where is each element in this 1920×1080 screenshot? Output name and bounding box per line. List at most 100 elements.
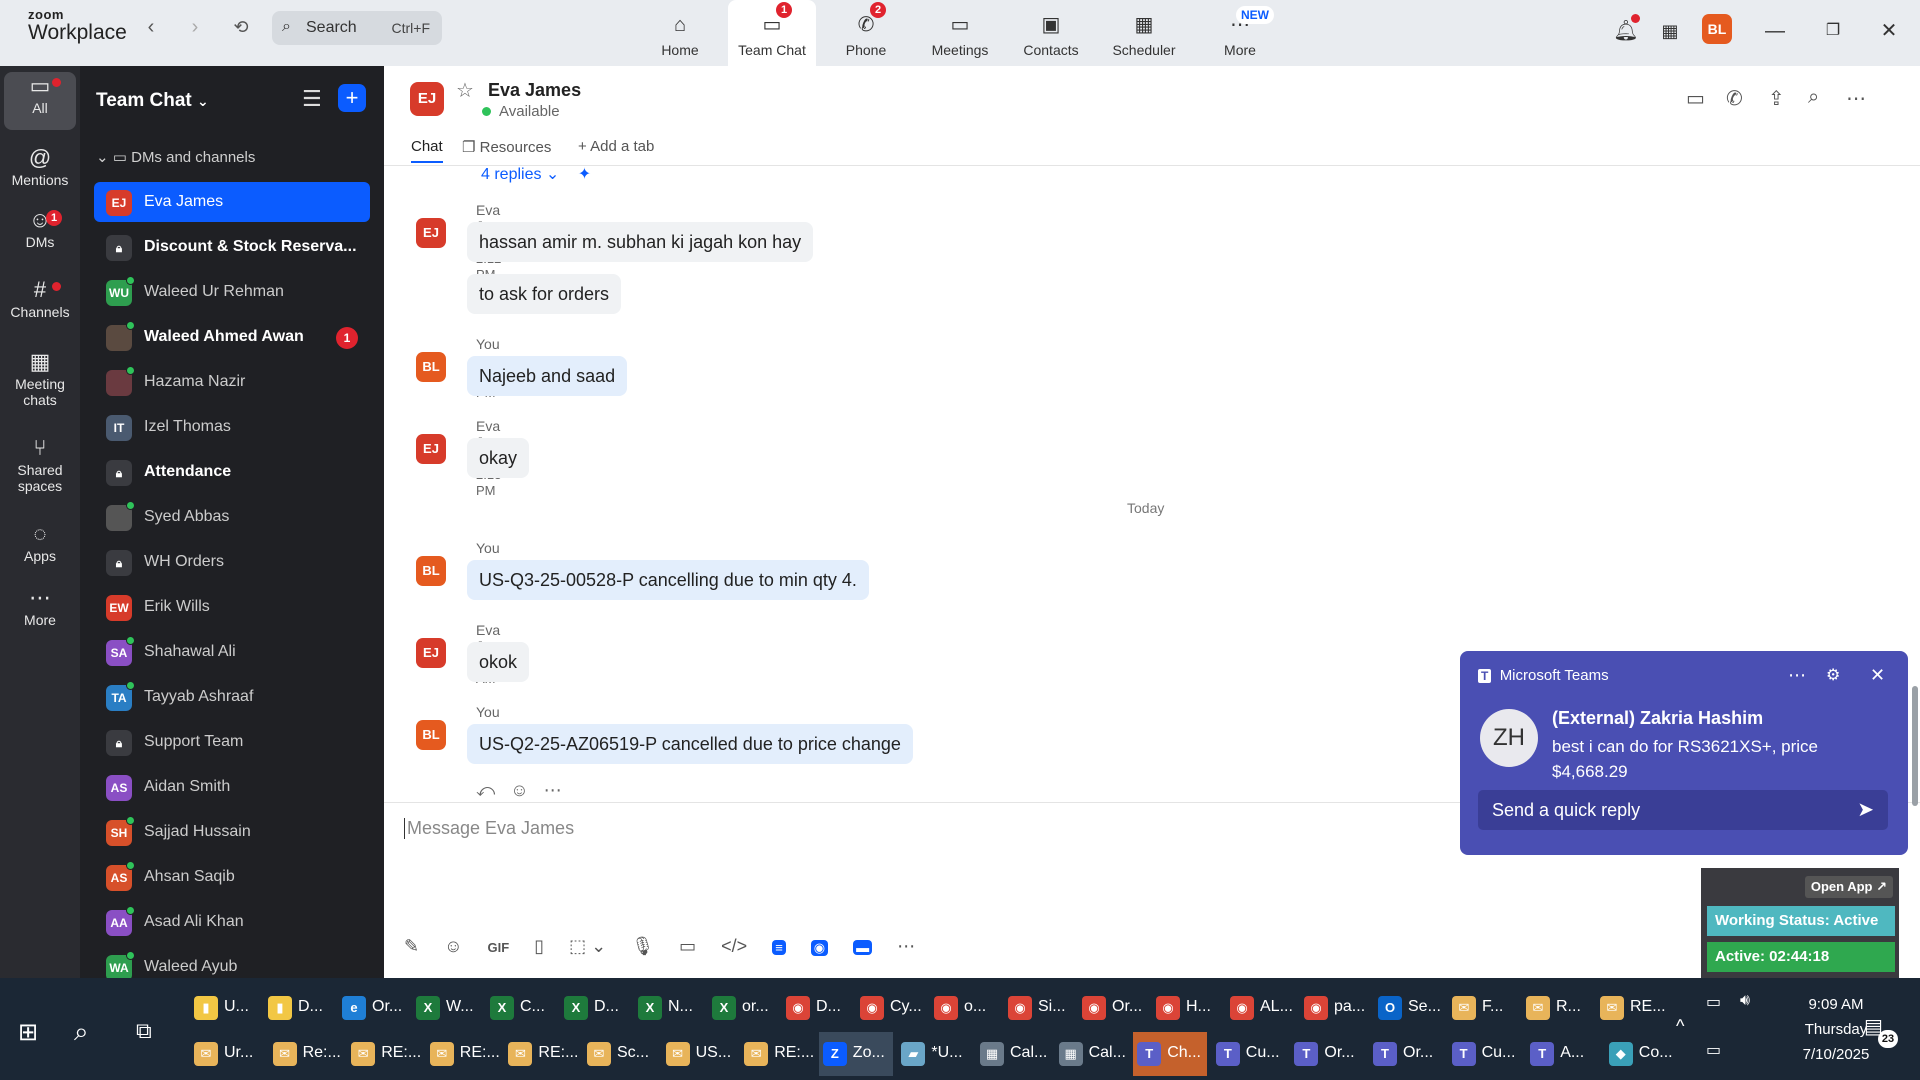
taskbar-app[interactable]: ◆ Co... bbox=[1605, 1032, 1679, 1076]
message-bubble[interactable]: okay bbox=[467, 438, 530, 478]
tray-chevron-icon[interactable]: ^ bbox=[1676, 1016, 1684, 1037]
taskbar-app[interactable]: ✉ Re:... bbox=[269, 1032, 343, 1076]
taskbar-app[interactable]: ◉ D... bbox=[782, 986, 856, 1030]
message-bubble[interactable]: okok bbox=[467, 642, 530, 682]
minimize-icon[interactable]: — bbox=[1758, 14, 1792, 48]
message-bubble[interactable]: Najeeb and saad bbox=[467, 356, 628, 396]
more-actions-icon[interactable]: ⋯ bbox=[544, 780, 562, 800]
taskbar-app[interactable]: ◉ pa... bbox=[1300, 986, 1374, 1030]
send-icon[interactable]: ➤ bbox=[1857, 790, 1874, 830]
volume-icon[interactable]: 🔊︎ bbox=[1740, 992, 1750, 1010]
taskbar-app[interactable]: T Or... bbox=[1290, 1032, 1364, 1076]
rail-item-apps[interactable]: ◌ Apps bbox=[4, 520, 76, 570]
avatar[interactable]: BL bbox=[416, 556, 446, 586]
tab-more[interactable]: ⋯ More NEW bbox=[1196, 0, 1284, 66]
taskbar-app[interactable]: ▮ D... bbox=[264, 986, 338, 1030]
windows-start-icon[interactable]: ⊞ bbox=[18, 1018, 38, 1047]
sidebar-item-aidan-smith[interactable]: AS Aidan Smith bbox=[94, 767, 370, 807]
taskbar-app[interactable]: ✉ US... bbox=[662, 1032, 736, 1076]
avatar[interactable]: EJ bbox=[416, 434, 446, 464]
tab-team-chat[interactable]: ▭ Team Chat 1 bbox=[728, 0, 816, 66]
taskbar-app[interactable]: ✉ R... bbox=[1522, 986, 1596, 1030]
taskbar-app[interactable]: ✉ RE... bbox=[1596, 986, 1670, 1030]
sidebar-item-waleed-ur-rehman[interactable]: WU Waleed Ur Rehman bbox=[94, 272, 370, 312]
tab-home[interactable]: ⌂ Home bbox=[636, 0, 724, 66]
sidebar-item-izel-thomas[interactable]: IT Izel Thomas bbox=[94, 407, 370, 447]
toast-close-icon[interactable]: ✕ bbox=[1870, 665, 1885, 686]
taskbar-app[interactable]: ▦ Cal... bbox=[976, 1032, 1050, 1076]
video-call-icon[interactable]: ▭ bbox=[1686, 86, 1705, 111]
section-header[interactable]: ⌄ ▭ DMs and channels bbox=[96, 148, 255, 166]
rail-item-more[interactable]: ⋯ More bbox=[4, 584, 76, 634]
mic-icon[interactable]: 🎙︎ bbox=[631, 936, 654, 957]
avatar[interactable]: EJ bbox=[416, 218, 446, 248]
taskbar-app[interactable]: ✉ F... bbox=[1448, 986, 1522, 1030]
rail-item-shared-spaces[interactable]: ⑂ Shared spaces bbox=[4, 434, 76, 500]
sidebar-item-eva-james[interactable]: EJ Eva James bbox=[94, 182, 370, 222]
message-bubble[interactable]: to ask for orders bbox=[467, 274, 622, 314]
back-arrow-icon[interactable]: ‹ bbox=[138, 14, 164, 40]
sidebar-item-asad-ali-khan[interactable]: AA Asad Ali Khan bbox=[94, 902, 370, 942]
sidebar-item-ahsan-saqib[interactable]: AS Ahsan Saqib bbox=[94, 857, 370, 897]
rail-item-meeting-chats[interactable]: ▦ Meeting chats bbox=[4, 348, 76, 414]
taskbar-app[interactable]: e Or... bbox=[338, 986, 412, 1030]
video-clip-icon[interactable]: ▭ bbox=[679, 936, 696, 957]
taskbar-app[interactable]: ✉ RE:... bbox=[347, 1032, 421, 1076]
sidebar-item-discount-stock-reserva[interactable]: 🔒︎ Discount & Stock Reserva... bbox=[94, 227, 370, 267]
taskbar-app[interactable]: Z Zo... bbox=[818, 1032, 893, 1076]
new-chat-button[interactable]: + bbox=[338, 84, 366, 112]
taskbar-app[interactable]: ◉ AL... bbox=[1226, 986, 1300, 1030]
avatar[interactable]: BL bbox=[416, 720, 446, 750]
taskbar-app[interactable]: ▦ Cal... bbox=[1055, 1032, 1129, 1076]
history-icon[interactable]: ⟲ bbox=[228, 14, 254, 40]
code-icon[interactable]: </> bbox=[721, 936, 747, 957]
search-chat-icon[interactable]: ⌕ bbox=[1808, 86, 1819, 109]
taskbar-app[interactable]: X W... bbox=[412, 986, 486, 1030]
taskbar-app[interactable]: T A... bbox=[1526, 1032, 1600, 1076]
toast-settings-icon[interactable]: ⚙ bbox=[1826, 665, 1840, 685]
gif-icon[interactable]: GIF bbox=[488, 940, 510, 955]
replies-link[interactable]: 4 replies ⌄ ✦ bbox=[481, 164, 591, 184]
message-input[interactable]: Message Eva James bbox=[404, 818, 574, 839]
message-bubble[interactable]: US-Q3-25-00528-P cancelling due to min q… bbox=[467, 560, 869, 600]
tab-meetings[interactable]: ▭ Meetings bbox=[916, 0, 1004, 66]
more-options-icon[interactable]: ⋯ bbox=[1846, 86, 1866, 111]
taskbar-app[interactable]: ✉ RE:... bbox=[426, 1032, 500, 1076]
format-icon[interactable]: ✎ bbox=[404, 936, 419, 957]
taskbar-app[interactable]: T Or... bbox=[1369, 1032, 1443, 1076]
taskbar-app[interactable]: X N... bbox=[634, 986, 708, 1030]
tab-phone[interactable]: ✆ Phone 2 bbox=[822, 0, 910, 66]
avatar[interactable]: BL bbox=[1702, 14, 1732, 44]
taskbar-app[interactable]: ◉ Si... bbox=[1004, 986, 1078, 1030]
taskbar-app[interactable]: ◉ o... bbox=[930, 986, 1004, 1030]
taskbar-app[interactable]: ◉ H... bbox=[1152, 986, 1226, 1030]
more-tools-icon[interactable]: ⋯ bbox=[897, 936, 915, 957]
taskbar-app[interactable]: T Cu... bbox=[1212, 1032, 1286, 1076]
sidebar-title[interactable]: Team Chat ⌄ bbox=[96, 90, 209, 112]
rail-item-all[interactable]: ▭ All bbox=[4, 72, 76, 130]
phone-call-icon[interactable]: ✆ bbox=[1726, 86, 1743, 111]
tab-contacts[interactable]: ▣ Contacts bbox=[1007, 0, 1095, 66]
taskbar-app[interactable]: ▮ U... bbox=[190, 986, 264, 1030]
tab-scheduler[interactable]: ▦ Scheduler bbox=[1100, 0, 1188, 66]
sidebar-item-attendance[interactable]: 🔒︎ Attendance bbox=[94, 452, 370, 492]
taskbar-app[interactable]: O Se... bbox=[1374, 986, 1448, 1030]
rail-item-dms[interactable]: ☺ DMs 1 bbox=[4, 206, 76, 256]
taskbar-app[interactable]: X C... bbox=[486, 986, 560, 1030]
avatar[interactable]: EJ bbox=[416, 638, 446, 668]
taskbar-app[interactable]: ✉ RE:... bbox=[740, 1032, 814, 1076]
star-icon[interactable]: ☆ bbox=[456, 78, 474, 103]
reply-icon[interactable]: ⤺ bbox=[476, 780, 495, 800]
sidebar-item-shahawal-ali[interactable]: SA Shahawal Ali bbox=[94, 632, 370, 672]
sidebar-item-hazama-nazir[interactable]: Hazama Nazir bbox=[94, 362, 370, 402]
forward-arrow-icon[interactable]: › bbox=[182, 14, 208, 40]
app-icon-2[interactable]: ◉ bbox=[810, 940, 829, 956]
file-icon[interactable]: ▯ bbox=[534, 936, 544, 957]
teams-notification[interactable]: T Microsoft Teams ⋯ ⚙ ✕ ZH (External) Za… bbox=[1460, 651, 1908, 855]
contact-avatar[interactable]: EJ bbox=[410, 82, 444, 116]
tab-chat[interactable]: Chat bbox=[411, 138, 443, 163]
taskbar-app[interactable]: T Cu... bbox=[1448, 1032, 1522, 1076]
sidebar-item-syed-abbas[interactable]: Syed Abbas bbox=[94, 497, 370, 537]
avatar[interactable]: BL bbox=[416, 352, 446, 382]
filter-icon[interactable]: ☰ bbox=[302, 86, 322, 112]
